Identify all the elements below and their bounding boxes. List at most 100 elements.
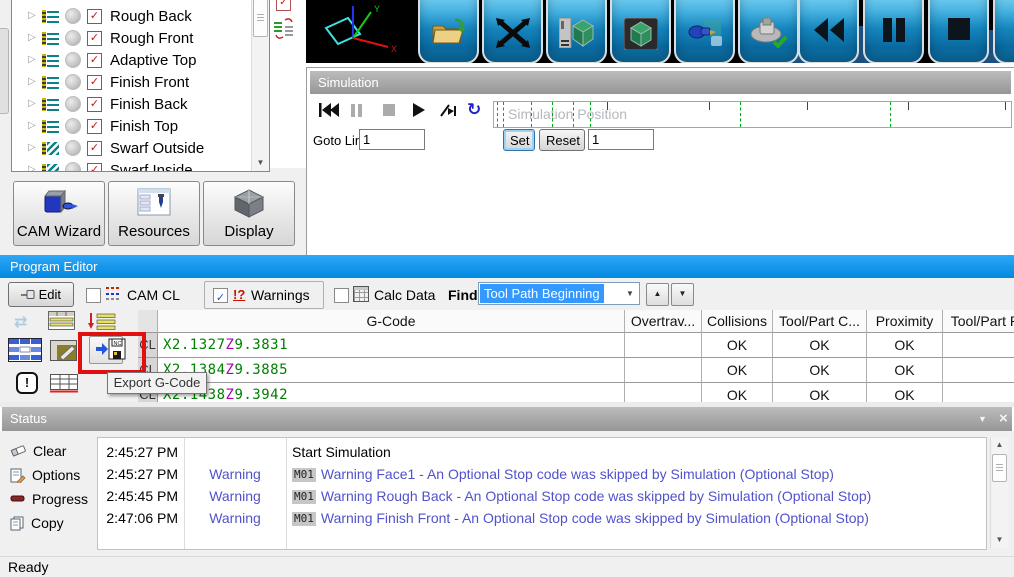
progress-button[interactable]: Progress xyxy=(10,487,88,511)
verify-solid-button[interactable] xyxy=(546,0,607,63)
partial-button[interactable] xyxy=(993,0,1014,63)
tree-item-label: Rough Back xyxy=(110,7,192,25)
display-button[interactable]: Display xyxy=(203,181,295,246)
column-header-proximity[interactable]: Proximity xyxy=(867,310,943,333)
cam-cl-checkbox[interactable] xyxy=(86,288,101,303)
item-checkbox[interactable]: ✓ xyxy=(87,8,102,24)
log-scroll-up-icon[interactable] xyxy=(991,437,1008,453)
combo-dropdown-icon[interactable] xyxy=(623,283,637,304)
solid-view-button[interactable] xyxy=(610,0,671,63)
column-header-collisions[interactable]: Collisions xyxy=(702,310,773,333)
warnings-checkbox[interactable] xyxy=(213,288,228,303)
tree-scrollbar[interactable] xyxy=(251,0,269,171)
tree-item-rough-front[interactable]: ▷ ✓ Rough Front xyxy=(12,27,251,49)
fit-view-button[interactable] xyxy=(482,0,543,63)
gcode-row[interactable]: CL X2.1384Z9.3885 OK OK OK xyxy=(138,358,1014,383)
log-scrollbar-thumb[interactable] xyxy=(992,454,1007,482)
item-checkbox[interactable]: ✓ xyxy=(87,140,102,156)
expand-arrow-icon[interactable]: ▷ xyxy=(28,93,39,115)
tree-item-finish-back[interactable]: ▷ ✓ Finish Back xyxy=(12,93,251,115)
sim-play-button[interactable] xyxy=(413,101,425,119)
column-header-overtrav-[interactable]: Overtrav... xyxy=(625,310,702,333)
status-close-icon[interactable] xyxy=(999,407,1008,431)
column-header-tool-part-p[interactable]: Tool/Part P xyxy=(943,310,1014,333)
calc-data-checkbox[interactable] xyxy=(334,288,349,303)
loop-button[interactable]: ↻ xyxy=(467,100,481,119)
cam-wizard-button[interactable]: CAM Wizard xyxy=(13,181,105,246)
sim-stop-button[interactable] xyxy=(383,101,395,119)
table-rows-icon[interactable] xyxy=(48,311,75,330)
reset-button[interactable]: Reset xyxy=(539,129,585,151)
log-scrollbar[interactable] xyxy=(990,437,1008,548)
table-underline-icon[interactable] xyxy=(50,374,78,393)
expand-arrow-icon[interactable]: ▷ xyxy=(28,115,39,137)
edit-button[interactable]: Edit xyxy=(8,282,74,307)
copy-button[interactable]: Copy xyxy=(10,511,64,535)
pause-button[interactable] xyxy=(863,0,924,63)
log-scroll-down-icon[interactable] xyxy=(991,532,1008,548)
item-checkbox[interactable]: ✓ xyxy=(87,52,102,68)
mcode-badge: M01 xyxy=(292,490,316,504)
open-file-button[interactable] xyxy=(418,0,479,63)
status-menu-icon[interactable] xyxy=(978,407,987,431)
data-grid-icon[interactable] xyxy=(8,338,42,362)
tree-item-finish-top[interactable]: ▷ ✓ Finish Top xyxy=(12,115,251,137)
item-checkbox[interactable]: ✓ xyxy=(87,162,102,171)
insert-rows-icon[interactable] xyxy=(88,312,116,331)
expand-arrow-icon[interactable]: ▷ xyxy=(28,71,39,93)
item-checkbox[interactable]: ✓ xyxy=(87,118,102,134)
sync-icon[interactable]: ⇄ xyxy=(14,312,27,332)
log-entry: 2:45:27 PM Warning M01 Warning Face1 - An O… xyxy=(98,463,986,485)
find-next-button[interactable] xyxy=(671,283,694,306)
goto-line-input[interactable] xyxy=(359,129,425,150)
item-checkbox[interactable]: ✓ xyxy=(87,96,102,112)
tree-scrollbar-thumb[interactable] xyxy=(253,0,268,37)
go-to-start-button[interactable] xyxy=(319,101,339,119)
program-editor-title-bar[interactable]: Program Editor xyxy=(0,255,1014,278)
item-checkbox[interactable]: ✓ xyxy=(87,74,102,90)
gcode-row[interactable]: CL X2.1327Z9.3831 OK OK OK xyxy=(138,333,1014,358)
swarf-icon xyxy=(42,141,59,155)
warning-octagon-icon[interactable] xyxy=(16,372,38,394)
options-button[interactable]: Options xyxy=(10,463,80,487)
tool-display-button[interactable] xyxy=(674,0,735,63)
panel-splitter-handle[interactable] xyxy=(0,28,9,114)
simulation-panel-title[interactable]: Simulation xyxy=(310,71,1011,94)
tree-item-swarf-inside[interactable]: ▷ ✓ Swarf Inside xyxy=(12,159,251,171)
gcode-table-header: G-Code Overtrav... Collisions Tool/Part C..… xyxy=(138,310,1014,333)
edit-table-icon[interactable] xyxy=(50,340,77,361)
status-panel-title-bar[interactable]: Status xyxy=(2,407,1012,431)
reorder-operations-icon[interactable] xyxy=(273,16,295,40)
resources-button[interactable]: Resources xyxy=(108,181,200,246)
machine-verify-button[interactable] xyxy=(738,0,799,63)
gcode-row[interactable]: CL X2.1438Z9.3942 OK OK OK xyxy=(138,383,1014,402)
stop-button[interactable] xyxy=(928,0,989,63)
tree-item-adaptive-top[interactable]: ▷ ✓ Adaptive Top xyxy=(12,49,251,71)
expand-arrow-icon[interactable]: ▷ xyxy=(28,49,39,71)
sim-pause-button[interactable] xyxy=(351,101,362,119)
column-header-g-code[interactable]: G-Code xyxy=(158,310,625,333)
expand-arrow-icon[interactable]: ▷ xyxy=(28,159,39,171)
find-combobox[interactable]: Tool Path Beginning xyxy=(478,282,640,305)
tree-item-label: Finish Back xyxy=(110,95,188,113)
warnings-toggle-group[interactable]: !? Warnings xyxy=(204,281,324,309)
simulation-position-slider[interactable]: Simulation Position xyxy=(493,101,1012,128)
open-folder-icon xyxy=(431,18,466,44)
tree-item-finish-front[interactable]: ▷ ✓ Finish Front xyxy=(12,71,251,93)
item-checkbox[interactable]: ✓ xyxy=(87,30,102,46)
position-input[interactable] xyxy=(588,129,654,150)
statusbar-text: Ready xyxy=(8,559,49,575)
set-button[interactable]: Set xyxy=(503,129,535,151)
expand-arrow-icon[interactable]: ▷ xyxy=(28,5,39,27)
expand-arrow-icon[interactable]: ▷ xyxy=(28,27,39,49)
rewind-button[interactable] xyxy=(798,0,859,63)
column-header-tool-part-c-[interactable]: Tool/Part C... xyxy=(773,310,867,333)
tree-scroll-down-icon[interactable] xyxy=(252,155,269,171)
find-previous-button[interactable] xyxy=(646,283,669,306)
checkbox-red-check-icon[interactable] xyxy=(276,0,291,11)
tree-item-rough-back[interactable]: ▷ ✓ Rough Back xyxy=(12,5,251,27)
tree-item-swarf-outside[interactable]: ▷ ✓ Swarf Outside xyxy=(12,137,251,159)
single-step-button[interactable] xyxy=(439,101,457,119)
expand-arrow-icon[interactable]: ▷ xyxy=(28,137,39,159)
clear-button[interactable]: Clear xyxy=(10,439,66,463)
